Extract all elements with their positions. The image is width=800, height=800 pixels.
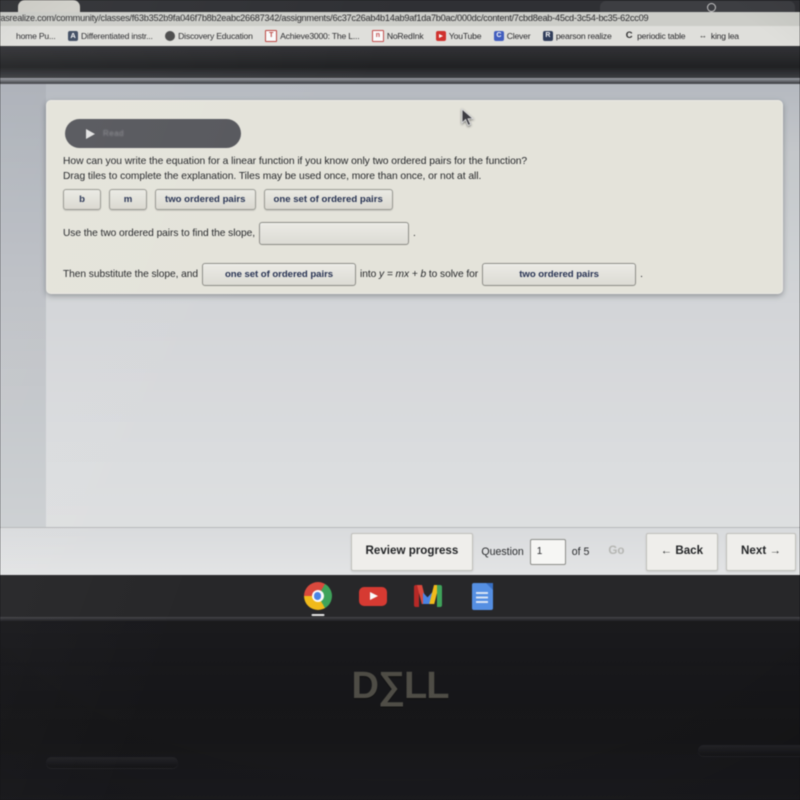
browser-tab-strip <box>0 0 800 12</box>
bookmark-label: king lea <box>710 31 739 41</box>
bookmark-label: Differentiated instr... <box>81 31 153 41</box>
answer-tile-b[interactable]: b <box>63 189 101 210</box>
question-prompt-line-2: Drag tiles to complete the explanation. … <box>63 170 482 182</box>
bookmark-label: Discovery Education <box>178 31 253 41</box>
assignment-toolbar: Review progress Question 1 of 5 Go ← Bac… <box>0 527 800 575</box>
google-docs-icon <box>472 582 493 610</box>
back-button[interactable]: ← Back <box>645 532 719 571</box>
answer-tile-one-set-of-ordered-pairs[interactable]: one set of ordered pairs <box>263 189 393 210</box>
laptop-vent-right <box>698 745 800 756</box>
answer-sentence-2: Then substitute the slope, and one set o… <box>63 263 643 286</box>
bookmark-king-lear[interactable]: ↔ king lea <box>695 26 744 46</box>
bookmark-label: NoRedInk <box>386 31 424 41</box>
youtube-icon <box>358 586 387 606</box>
question-prompt: How can you write the equation for a lin… <box>63 155 763 184</box>
shelf-item-youtube[interactable] <box>358 582 387 610</box>
window-control-icon[interactable] <box>707 3 716 12</box>
bookmark-label: periodic table <box>637 31 686 41</box>
answer-tile-m[interactable]: m <box>109 189 147 210</box>
question-number-input[interactable]: 1 <box>529 538 566 565</box>
chrome-icon <box>303 582 332 610</box>
screen-shadow-highlight <box>0 78 800 82</box>
differentiated-instruction-icon: A <box>68 31 79 41</box>
bookmark-discovery-education[interactable]: Discovery Education <box>162 26 258 46</box>
chrome-running-indicator <box>311 613 324 616</box>
bookmarks-bar: home Pu... A Differentiated instr... Dis… <box>0 26 800 47</box>
go-button[interactable]: Go <box>595 534 637 570</box>
bookmark-periodic-table[interactable]: C periodic table <box>621 26 690 46</box>
sentence-2-period: . <box>640 269 643 280</box>
laptop-bezel: D∑LL <box>0 617 800 800</box>
sentence-2-lead: Then substitute the slope, and <box>63 269 198 280</box>
noredink-icon: n <box>371 30 384 42</box>
generic-bookmark-icon <box>3 31 13 41</box>
question-navigator: Question 1 of 5 <box>481 538 590 565</box>
bookmark-youtube[interactable]: YouTube <box>433 26 486 46</box>
answer-sentence-1: Use the two ordered pairs to find the sl… <box>63 222 416 245</box>
dell-logo-text: D∑LL <box>351 665 450 707</box>
browser-tab-active[interactable] <box>18 0 80 12</box>
pearson-realize-icon: R <box>542 31 553 41</box>
bookmark-label: pearson realize <box>555 31 612 41</box>
sentence-2-middle: into y = mx + b to solve for <box>360 269 478 280</box>
bookmark-pearson-realize[interactable]: R pearson realize <box>540 26 617 46</box>
audio-read-aloud-button[interactable]: Read <box>65 119 241 148</box>
play-icon <box>86 128 95 139</box>
laptop-hinge <box>0 617 800 621</box>
discovery-education-icon <box>165 31 176 41</box>
drop-zone-slope[interactable] <box>259 222 410 245</box>
review-progress-button[interactable]: Review progress <box>350 532 474 571</box>
mouse-cursor-icon <box>461 108 475 127</box>
bookmark-label: Achieve3000: The L... <box>280 31 360 41</box>
equation-y-equals-mx-plus-b: y = mx + b <box>379 269 427 280</box>
sentence-2-middle-text-2: to solve for <box>426 269 479 280</box>
shelf-item-gmail[interactable] <box>413 582 442 610</box>
browser-window-controls-area <box>600 1 795 12</box>
king-lear-icon: ↔ <box>698 31 707 40</box>
laptop-photo: vasrealize.com/community/classes/f63b352… <box>0 0 800 800</box>
gmail-icon <box>413 585 442 607</box>
shelf-item-google-docs[interactable] <box>469 582 497 610</box>
bookmark-noredink[interactable]: n NoRedInk <box>369 26 429 46</box>
youtube-icon <box>435 31 446 41</box>
answer-tile-bank: b m two ordered pairs one set of ordered… <box>63 189 393 210</box>
bookmark-label: home Pu... <box>16 31 56 41</box>
clever-icon: C <box>493 31 504 41</box>
next-button[interactable]: Next → <box>726 532 796 571</box>
periodic-table-icon: C <box>625 31 633 41</box>
os-shelf <box>0 575 800 617</box>
audio-read-aloud-label: Read <box>103 129 125 138</box>
question-total-label: of 5 <box>571 545 590 558</box>
answer-tile-two-ordered-pairs[interactable]: two ordered pairs <box>155 189 256 210</box>
assignment-page: Read How can you write the equation for … <box>0 84 800 575</box>
question-card: Read How can you write the equation for … <box>46 100 783 294</box>
drop-zone-substitute[interactable]: one set of ordered pairs <box>202 263 356 286</box>
page-left-rail <box>0 84 46 575</box>
bookmark-achieve3000[interactable]: T Achieve3000: The L... <box>262 26 364 46</box>
bookmark-home-pu[interactable]: home Pu... <box>0 26 61 46</box>
bookmark-label: Clever <box>506 31 531 41</box>
bookmark-label: YouTube <box>448 31 482 41</box>
address-bar-url: vasrealize.com/community/classes/f63b352… <box>0 13 649 23</box>
dell-logo: D∑LL <box>351 665 450 708</box>
sentence-1-lead: Use the two ordered pairs to find the sl… <box>63 228 256 239</box>
drop-zone-solve-for[interactable]: two ordered pairs <box>482 263 637 286</box>
address-bar[interactable]: vasrealize.com/community/classes/f63b352… <box>0 12 800 26</box>
bookmark-clever[interactable]: C Clever <box>491 26 536 46</box>
sentence-1-period: . <box>413 228 416 239</box>
laptop-vent-left <box>46 757 178 768</box>
question-prompt-line-1: How can you write the equation for a lin… <box>63 156 528 167</box>
question-label: Question <box>481 545 524 558</box>
achieve3000-icon: T <box>265 30 278 42</box>
bookmark-differentiated-instr[interactable]: A Differentiated instr... <box>65 26 158 46</box>
shelf-item-chrome[interactable] <box>303 582 332 616</box>
sentence-2-middle-text: into <box>360 269 380 280</box>
